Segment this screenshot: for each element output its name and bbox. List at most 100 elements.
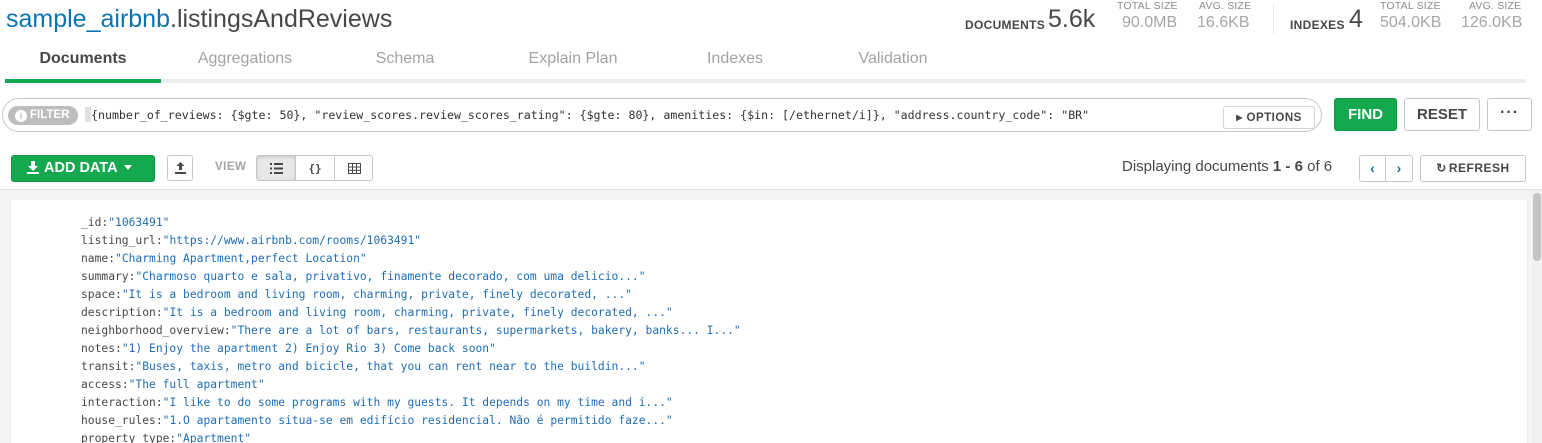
- document-field[interactable]: neighborhood_overview:"There are a lot o…: [81, 322, 741, 340]
- document-field[interactable]: transit:"Buses, taxis, metro and bicicle…: [81, 358, 741, 376]
- displaying-total: 6: [1323, 158, 1333, 175]
- tab-schema[interactable]: Schema: [345, 44, 465, 79]
- document-field[interactable]: _id:"1063491": [81, 214, 741, 232]
- field-value[interactable]: "Apartment": [176, 432, 251, 443]
- document-field[interactable]: summary:"Charmoso quarto e sala, privati…: [81, 268, 741, 286]
- next-page-button[interactable]: ›: [1386, 156, 1412, 181]
- field-key: access: [81, 378, 122, 391]
- filter-query-text[interactable]: {number_of_reviews: {$gte: 50}, "review_…: [85, 107, 1089, 122]
- field-value[interactable]: "It is a bedroom and living room, charmi…: [122, 288, 632, 301]
- document-field[interactable]: property_type:"Apartment": [81, 430, 741, 443]
- tab-aggregations[interactable]: Aggregations: [175, 44, 315, 79]
- collection-tabs: Documents Aggregations Schema Explain Pl…: [5, 44, 1526, 83]
- field-value[interactable]: "Buses, taxis, metro and bicicle, that y…: [135, 360, 645, 373]
- documents-scrollbar[interactable]: [1532, 190, 1542, 443]
- document-field[interactable]: description:"It is a bedroom and living …: [81, 304, 741, 322]
- download-icon: [26, 158, 40, 183]
- documents-toolbar: ADD DATA VIEW {} Displaying documents 1 …: [0, 152, 1542, 186]
- documents-total-size-label: TOTAL SIZE: [1117, 0, 1178, 12]
- field-value[interactable]: "https://www.airbnb.com/rooms/1063491": [163, 234, 421, 247]
- previous-page-button[interactable]: ‹: [1360, 156, 1386, 181]
- refresh-label: REFRESH: [1448, 161, 1510, 175]
- document-fields: _id:"1063491" listing_url:"https://www.a…: [81, 214, 741, 443]
- field-value[interactable]: "The full apartment": [129, 378, 265, 391]
- field-value[interactable]: "There are a lot of bars, restaurants, s…: [231, 324, 741, 337]
- info-icon: i: [15, 110, 27, 122]
- database-name[interactable]: sample_airbnb: [6, 5, 170, 33]
- pagination-summary: Displaying documents 1 - 6 of 6: [1122, 158, 1332, 175]
- tab-documents[interactable]: Documents: [5, 44, 161, 79]
- field-key: description: [81, 306, 156, 319]
- field-value[interactable]: "It is a bedroom and living room, charmi…: [163, 306, 673, 319]
- filter-input[interactable]: i FILTER {number_of_reviews: {$gte: 50}, …: [2, 98, 1322, 132]
- tab-validation[interactable]: Validation: [843, 44, 943, 79]
- indexes-total-size: 504.0KB: [1380, 14, 1442, 31]
- document-card[interactable]: _id:"1063491" listing_url:"https://www.a…: [11, 200, 1527, 443]
- scrollbar-thumb[interactable]: [1533, 193, 1541, 261]
- query-bar: i FILTER {number_of_reviews: {$gte: 50}, …: [0, 96, 1542, 136]
- namespace-dot: .: [170, 5, 177, 33]
- import-button[interactable]: [167, 155, 193, 181]
- options-label: OPTIONS: [1246, 112, 1302, 124]
- indexes-avg-size: 126.0KB: [1461, 14, 1523, 31]
- document-field[interactable]: access:"The full apartment": [81, 376, 741, 394]
- displaying-prefix: Displaying documents: [1122, 158, 1273, 175]
- find-button[interactable]: FIND: [1334, 98, 1397, 131]
- indexes-total-size-label: TOTAL SIZE: [1380, 0, 1441, 12]
- field-value[interactable]: "Charming Apartment,perfect Location": [115, 252, 367, 265]
- document-field[interactable]: listing_url:"https://www.airbnb.com/room…: [81, 232, 741, 250]
- field-key: space: [81, 288, 116, 301]
- namespace-title: sample_airbnb.listingsAndReviews: [6, 4, 392, 34]
- list-icon: [269, 158, 283, 182]
- tab-indexes[interactable]: Indexes: [685, 44, 785, 79]
- document-field[interactable]: notes:"1) Enjoy the apartment 2) Enjoy R…: [81, 340, 741, 358]
- field-value[interactable]: "Charmoso quarto e sala, privativo, fina…: [135, 270, 645, 283]
- documents-avg-size-label: AVG. SIZE: [1199, 0, 1252, 12]
- stats-divider: [1273, 4, 1274, 34]
- refresh-button[interactable]: ↻ REFRESH: [1420, 155, 1526, 182]
- tab-explain-plan[interactable]: Explain Plan: [503, 44, 643, 79]
- table-view-button[interactable]: [335, 156, 374, 180]
- filter-badge[interactable]: i FILTER: [8, 106, 78, 125]
- documents-avg-size: 16.6KB: [1197, 14, 1250, 31]
- field-key: summary: [81, 270, 129, 283]
- field-key: transit: [81, 360, 129, 373]
- options-button[interactable]: ▶ OPTIONS: [1223, 106, 1315, 129]
- document-field[interactable]: name:"Charming Apartment,perfect Locatio…: [81, 250, 741, 268]
- field-key: neighborhood_overview: [81, 324, 224, 337]
- filter-query: {number_of_reviews: {$gte: 50}, "review_…: [91, 108, 1090, 122]
- filter-badge-label: FILTER: [30, 109, 70, 121]
- documents-count: 5.6k: [1048, 5, 1096, 33]
- upload-icon: [174, 161, 187, 180]
- more-options-button[interactable]: ···: [1487, 98, 1532, 131]
- field-value[interactable]: "1.O apartamento situa-se em edifício re…: [163, 414, 673, 427]
- field-key: listing_url: [81, 234, 156, 247]
- field-key: house_rules: [81, 414, 156, 427]
- indexes-label: INDEXES: [1290, 18, 1345, 32]
- list-view-button[interactable]: [257, 156, 296, 180]
- field-value[interactable]: "1) Enjoy the apartment 2) Enjoy Rio 3) …: [122, 342, 496, 355]
- add-data-label: ADD DATA: [44, 160, 118, 176]
- field-value[interactable]: "1063491": [108, 216, 169, 229]
- chevron-right-icon: ›: [1396, 160, 1402, 176]
- refresh-icon: ↻: [1436, 161, 1447, 175]
- collection-header: sample_airbnb.listingsAndReviews DOCUMEN…: [0, 0, 1542, 40]
- collection-name: listingsAndReviews: [176, 5, 393, 33]
- field-value[interactable]: "I like to do some programs with my gues…: [163, 396, 673, 409]
- indexes-avg-size-label: AVG. SIZE: [1469, 0, 1522, 12]
- documents-total-size: 90.0MB: [1122, 14, 1178, 31]
- add-data-button[interactable]: ADD DATA: [11, 155, 155, 182]
- documents-list: _id:"1063491" listing_url:"https://www.a…: [0, 189, 1542, 443]
- json-view-button[interactable]: {}: [296, 156, 335, 180]
- document-field[interactable]: house_rules:"1.O apartamento situa-se em…: [81, 412, 741, 430]
- field-key: interaction: [81, 396, 156, 409]
- documents-label: DOCUMENTS: [965, 18, 1046, 32]
- view-switcher: {}: [256, 155, 373, 181]
- indexes-count: 4: [1349, 5, 1363, 33]
- document-field[interactable]: interaction:"I like to do some programs …: [81, 394, 741, 412]
- active-tab-indicator: [5, 79, 161, 83]
- field-key: property_type: [81, 432, 170, 443]
- document-field[interactable]: space:"It is a bedroom and living room, …: [81, 286, 741, 304]
- reset-button[interactable]: RESET: [1404, 98, 1480, 131]
- braces-icon: {}: [308, 162, 322, 175]
